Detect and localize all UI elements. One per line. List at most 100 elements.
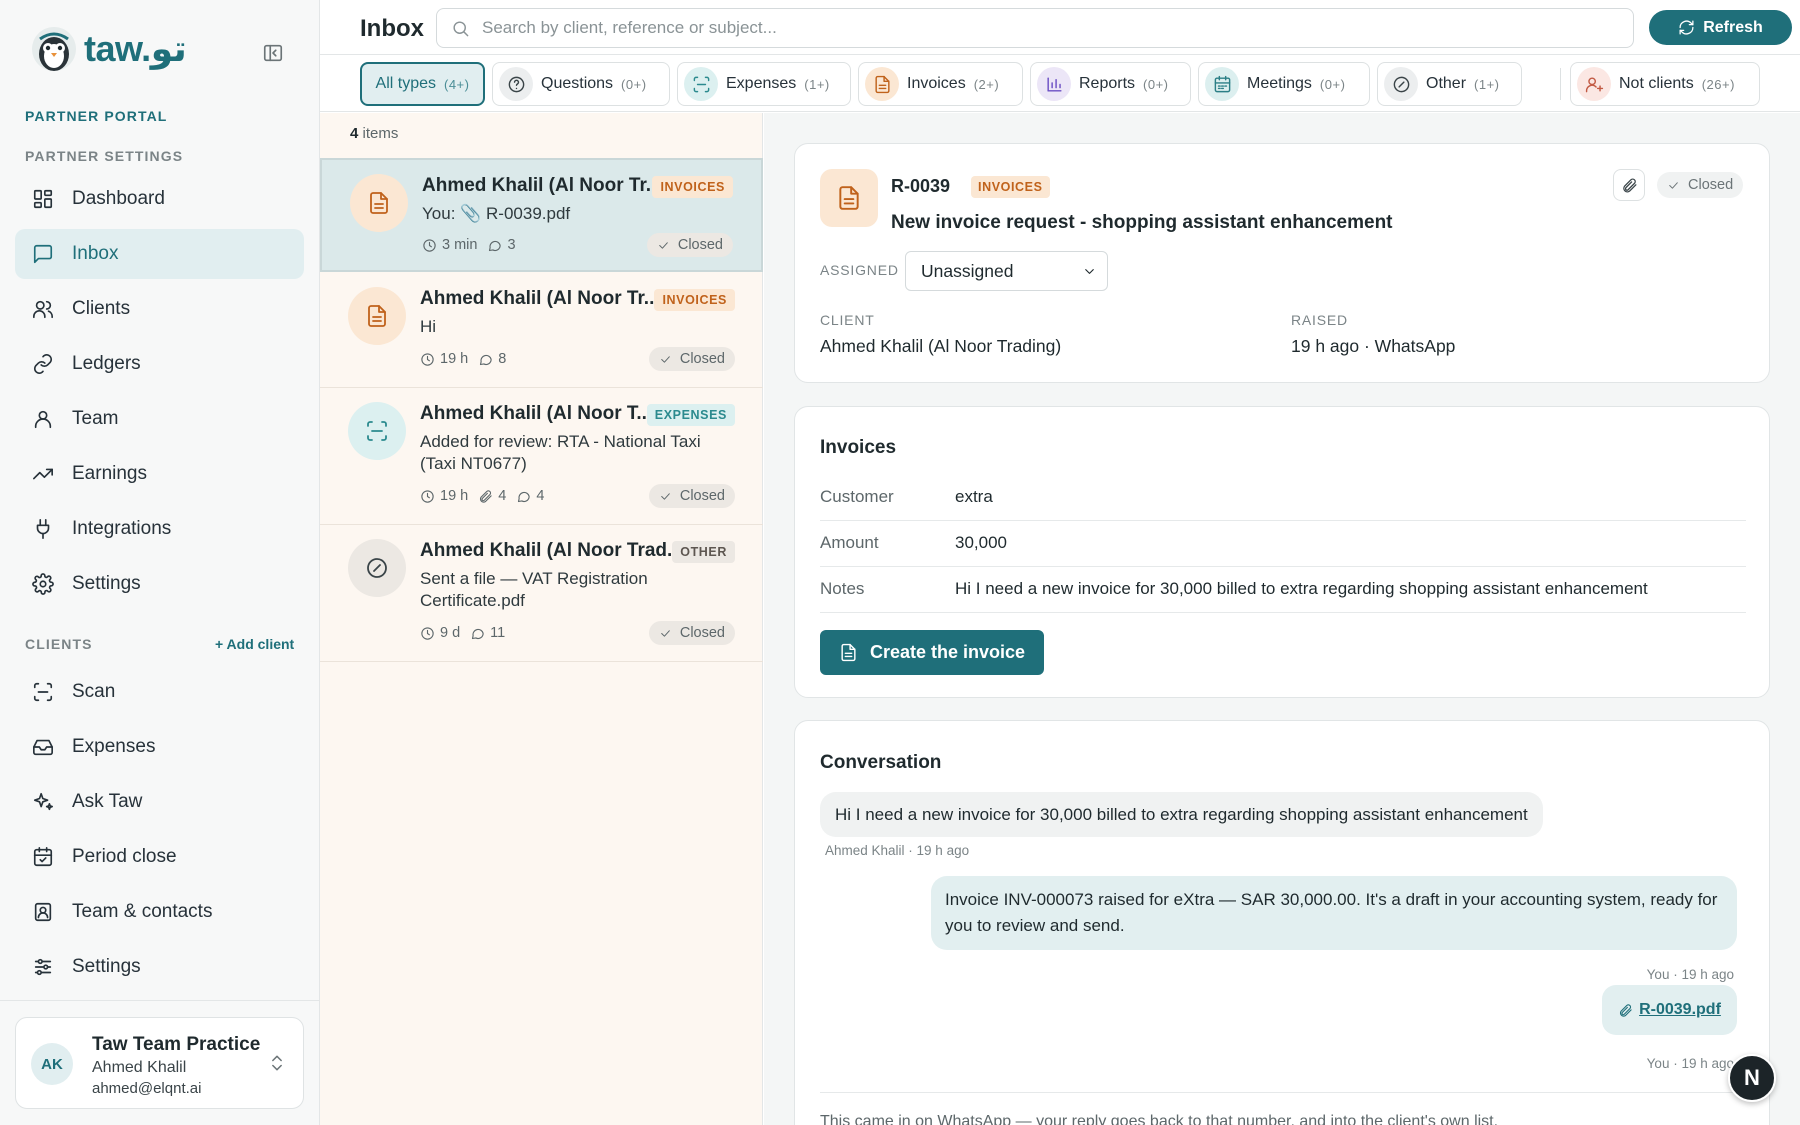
- add-client-link[interactable]: + Add client: [215, 636, 294, 652]
- check-icon: [661, 629, 670, 637]
- type-badge: INVOICES: [652, 176, 733, 198]
- comment-icon: [489, 240, 502, 251]
- sidebar-item-label: Dashboard: [72, 188, 165, 209]
- field-row: Notes Hi I need a new invoice for 30,000…: [820, 567, 1746, 613]
- list-item[interactable]: Ahmed Khalil (Al Noor Trad... OTHER Sent…: [320, 525, 763, 662]
- type-filter-bar: All types (4+) Questions (0+) Expenses (…: [320, 56, 1800, 112]
- filter-questions[interactable]: Questions (0+): [492, 62, 670, 106]
- client-value: Ahmed Khalil (Al Noor Trading): [820, 336, 1062, 356]
- filter-count: (26+): [1701, 76, 1735, 92]
- list-item[interactable]: Ahmed Khalil (Al Noor Tr... INVOICES You…: [320, 158, 763, 272]
- scan-icon: [348, 402, 406, 460]
- sidebar-item-ask-taw[interactable]: Ask Taw: [15, 777, 304, 827]
- file-meta: You · 19 h ago: [1646, 1056, 1734, 1071]
- filter-invoices[interactable]: Invoices (2+): [858, 62, 1023, 106]
- sidebar-item-label: Expenses: [72, 736, 156, 757]
- dashboard-icon: [33, 189, 53, 209]
- sidebar-item-inbox[interactable]: Inbox: [15, 229, 304, 279]
- field-value: 30,000: [955, 533, 1007, 552]
- filter-expenses[interactable]: Expenses (1+): [677, 62, 851, 106]
- request-subject: New invoice request - shopping assistant…: [891, 212, 1393, 233]
- list-item[interactable]: Ahmed Khalil (Al Noor Tr... INVOICES Hi …: [320, 273, 763, 388]
- filter-label: Reports: [1079, 75, 1136, 92]
- filter-count: (1+): [1474, 76, 1500, 92]
- sparkle-icon: [33, 792, 53, 811]
- filter-count: (2+): [973, 76, 1000, 92]
- list-item[interactable]: Ahmed Khalil (Al Noor T... EXPENSES Adde…: [320, 388, 763, 525]
- trending-up-icon: [33, 468, 53, 480]
- search-input[interactable]: Search by client, reference or subject..…: [436, 8, 1634, 48]
- brand-name: taw.تو: [84, 28, 187, 69]
- sidebar-item-scan[interactable]: Scan: [15, 667, 304, 717]
- users-icon: [33, 300, 53, 319]
- type-badge: INVOICES: [654, 289, 735, 311]
- item-comments: 3: [507, 237, 516, 253]
- brand-logo[interactable]: taw.تو: [32, 27, 187, 71]
- attachment-link[interactable]: R-0039.pdf: [1602, 985, 1737, 1035]
- item-meta: 9 d 11: [420, 625, 505, 641]
- field-label: Amount: [820, 533, 879, 552]
- link-icon: [33, 354, 53, 374]
- filter-count: (1+): [804, 76, 830, 92]
- sidebar-item-settings[interactable]: Settings: [15, 559, 304, 609]
- item-title: Ahmed Khalil (Al Noor T...: [420, 403, 653, 424]
- sidebar-item-earnings[interactable]: Earnings: [15, 449, 304, 499]
- type-badge: INVOICES: [971, 176, 1050, 198]
- sidebar-item-ledgers[interactable]: Ledgers: [15, 339, 304, 389]
- filter-count: (4+): [443, 76, 470, 92]
- paperclip-icon: [480, 489, 492, 503]
- account-switcher[interactable]: AK Taw Team Practice Ahmed Khalil ahmed@…: [15, 1017, 304, 1109]
- penguin-logo-icon: [32, 27, 76, 71]
- filter-label: Invoices: [907, 75, 966, 92]
- refresh-icon: [1679, 20, 1694, 35]
- filter-all-types[interactable]: All types (4+): [360, 62, 485, 106]
- create-invoice-button[interactable]: Create the invoice: [820, 630, 1044, 675]
- refresh-button[interactable]: Refresh: [1649, 10, 1792, 45]
- partner-settings-label: PARTNER SETTINGS: [25, 148, 184, 164]
- outgoing-message: Invoice INV-000073 raised for eXtra — SA…: [931, 876, 1737, 950]
- scan-icon: [33, 682, 53, 702]
- sidebar-item-dashboard[interactable]: Dashboard: [15, 174, 304, 224]
- field-label: Customer: [820, 487, 894, 506]
- sidebar-item-clients[interactable]: Clients: [15, 284, 304, 334]
- invoices-title: Invoices: [820, 437, 897, 458]
- items-count: 4 items: [350, 125, 399, 142]
- top-bar: Inbox Search by client, reference or sub…: [320, 0, 1800, 55]
- filter-reports[interactable]: Reports (0+): [1030, 62, 1191, 106]
- page-title: Inbox: [360, 15, 424, 42]
- request-reference: R-0039: [891, 176, 951, 196]
- attachments-button[interactable]: [1613, 169, 1645, 201]
- question-icon: [499, 67, 533, 101]
- sidebar-item-label: Team: [72, 408, 119, 429]
- assignee-value: Unassigned: [921, 260, 1014, 281]
- sidebar-item-label: Integrations: [72, 518, 172, 539]
- sidebar-item-label: Scan: [72, 681, 116, 702]
- sidebar-item-team-contacts[interactable]: Team & contacts: [15, 887, 304, 937]
- item-comments: 4: [536, 488, 545, 504]
- sidebar-item-period-close[interactable]: Period close: [15, 832, 304, 882]
- check-icon: [1669, 181, 1678, 189]
- collapse-sidebar-icon[interactable]: [262, 42, 286, 66]
- document-icon: [820, 169, 878, 227]
- sidebar-item-team[interactable]: Team: [15, 394, 304, 444]
- gear-icon: [32, 573, 54, 595]
- assistant-launcher-button[interactable]: N: [1728, 1054, 1776, 1102]
- sidebar-item-label: Inbox: [72, 243, 119, 264]
- sidebar-item-integrations[interactable]: Integrations: [15, 504, 304, 554]
- sidebar-item-label: Settings: [72, 573, 141, 594]
- sidebar-item-expenses[interactable]: Expenses: [15, 722, 304, 772]
- user-icon: [34, 410, 52, 429]
- filter-other[interactable]: Other (1+): [1377, 62, 1522, 106]
- assignee-select[interactable]: Unassigned: [905, 251, 1108, 291]
- sidebar-item-client-settings[interactable]: Settings: [15, 942, 304, 992]
- filter-not-clients[interactable]: Not clients (26+): [1570, 62, 1760, 106]
- circle-slash-icon: [348, 539, 406, 597]
- clock-icon: [423, 238, 436, 252]
- item-preview: Hi: [420, 317, 437, 336]
- clients-section-label: CLIENTS: [25, 636, 93, 652]
- item-meta: 3 min 3: [422, 237, 516, 253]
- comment-icon: [480, 354, 492, 365]
- filter-meetings[interactable]: Meetings (0+): [1198, 62, 1370, 106]
- check-icon: [661, 355, 670, 363]
- search-icon: [453, 20, 469, 36]
